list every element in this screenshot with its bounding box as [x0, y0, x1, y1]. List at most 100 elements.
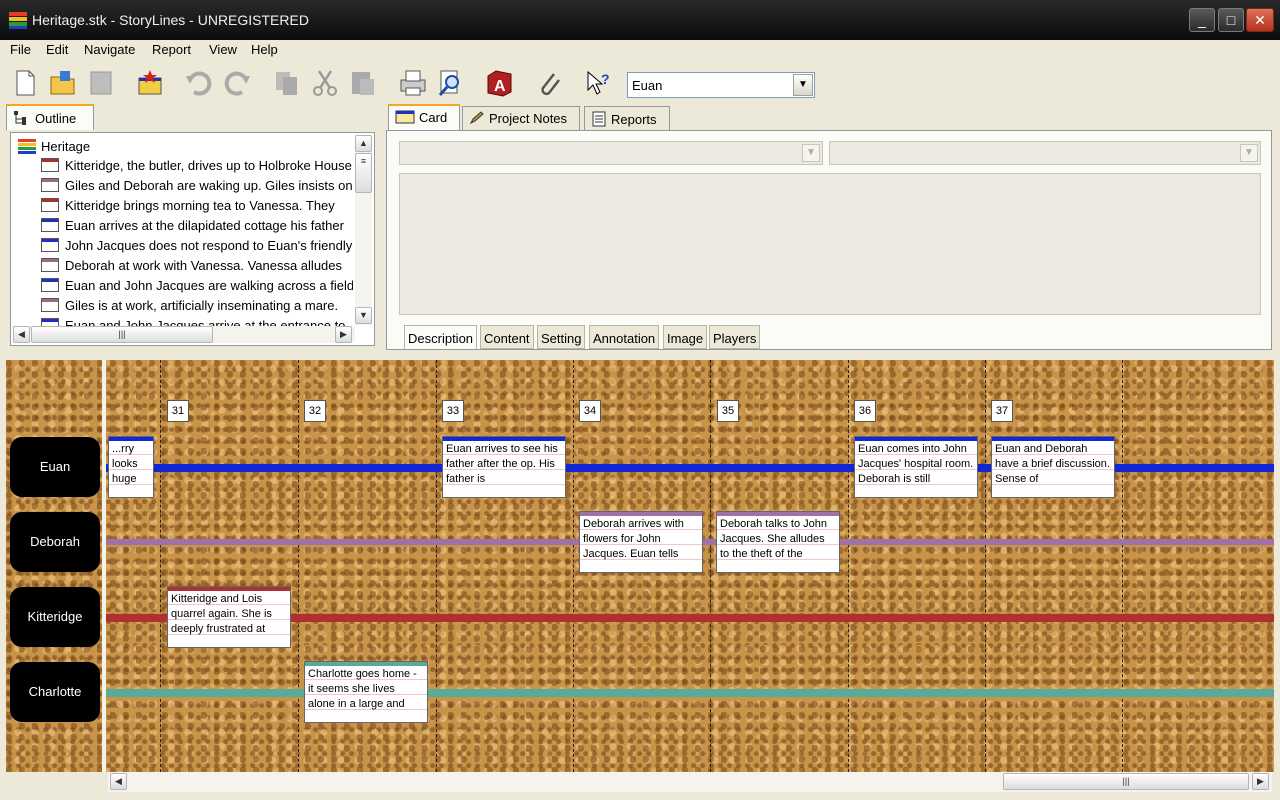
- list-item[interactable]: Euan arrives at the dilapidated cottage …: [41, 218, 353, 238]
- maximize-button[interactable]: □: [1218, 8, 1244, 32]
- scene-card[interactable]: Kitteridge and Lois quarrel again. She i…: [167, 586, 291, 648]
- menu-file[interactable]: File: [10, 42, 31, 57]
- card-icon: [41, 278, 59, 292]
- list-item[interactable]: Giles is at work, artificially inseminat…: [41, 298, 353, 318]
- new-card-icon[interactable]: [135, 68, 165, 98]
- timeline-horizontal-scrollbar[interactable]: ◀ ||| ▶: [108, 772, 1272, 792]
- outline-horizontal-scrollbar[interactable]: ◀ ||| ▶: [13, 326, 355, 343]
- subtab-content[interactable]: Content: [480, 325, 534, 349]
- tree-icon: [14, 111, 26, 125]
- card-icon: [395, 110, 415, 124]
- column-number: 34: [579, 400, 601, 422]
- list-item-text: Kitteridge, the butler, drives up to Hol…: [65, 158, 352, 173]
- scene-card[interactable]: Deborah talks to John Jacques. She allud…: [716, 511, 840, 573]
- scroll-right-icon[interactable]: ▶: [1252, 773, 1269, 790]
- character-kitteridge[interactable]: Kitteridge: [10, 587, 100, 647]
- report-icon: [592, 111, 606, 127]
- scene-card[interactable]: Charlotte goes home - it seems she lives…: [304, 661, 428, 723]
- menu-report[interactable]: Report: [152, 42, 191, 57]
- card-panel: ▼ ▼: [386, 130, 1272, 350]
- menu-edit[interactable]: Edit: [46, 42, 68, 57]
- tab-outline[interactable]: Outline: [6, 104, 94, 130]
- scroll-down-icon[interactable]: ▼: [355, 307, 372, 324]
- scroll-right-icon[interactable]: ▶: [335, 326, 352, 343]
- tab-project-notes[interactable]: Project Notes: [462, 106, 580, 130]
- tab-reports-label: Reports: [611, 112, 657, 127]
- scroll-up-icon[interactable]: ▲: [355, 135, 372, 152]
- storyline-timeline[interactable]: 31 32 33 34 35 36 37 Euan Deborah Kitter…: [6, 360, 1274, 772]
- scroll-thumb[interactable]: |||: [31, 326, 213, 343]
- scroll-thumb[interactable]: |||: [1003, 773, 1249, 790]
- scene-card[interactable]: Deborah arrives with flowers for John Ja…: [579, 511, 703, 573]
- tab-card[interactable]: Card: [388, 104, 460, 130]
- menu-view[interactable]: View: [209, 42, 237, 57]
- card-icon: [41, 258, 59, 272]
- outline-tree[interactable]: Heritage Kitteridge, the butler, drives …: [10, 132, 375, 346]
- list-item[interactable]: Kitteridge, the butler, drives up to Hol…: [41, 158, 353, 178]
- description-text-area[interactable]: [399, 173, 1261, 315]
- subtab-setting[interactable]: Setting: [537, 325, 586, 349]
- column-divider: [160, 360, 161, 772]
- subtab-image[interactable]: Image: [663, 325, 708, 349]
- paste-icon[interactable]: [348, 68, 378, 98]
- print-preview-icon[interactable]: [435, 68, 465, 98]
- undo-icon[interactable]: [184, 68, 214, 98]
- column-number: 31: [167, 400, 189, 422]
- attachment-icon[interactable]: [534, 68, 564, 98]
- card-field-select-1[interactable]: ▼: [399, 141, 823, 165]
- column-number: 36: [854, 400, 876, 422]
- copy-icon[interactable]: [272, 68, 302, 98]
- scroll-thumb[interactable]: ≡: [355, 153, 372, 193]
- scene-card[interactable]: Euan and Deborah have a brief discussion…: [991, 436, 1115, 498]
- list-item-text: John Jacques does not respond to Euan's …: [65, 238, 353, 253]
- minimize-button[interactable]: _: [1189, 8, 1215, 32]
- list-item[interactable]: Deborah at work with Vanessa. Vanessa al…: [41, 258, 353, 278]
- cut-icon[interactable]: [310, 68, 340, 98]
- card-field-select-2[interactable]: ▼: [829, 141, 1261, 165]
- redo-icon[interactable]: [222, 68, 252, 98]
- scroll-left-icon[interactable]: ◀: [13, 326, 30, 343]
- save-icon[interactable]: [86, 68, 116, 98]
- column-divider: [1122, 360, 1123, 772]
- scroll-left-icon[interactable]: ◀: [110, 773, 127, 790]
- outline-vertical-scrollbar[interactable]: ▲ ≡ ▼: [355, 135, 372, 325]
- context-help-icon[interactable]: ?: [584, 68, 614, 98]
- chevron-down-icon[interactable]: ▼: [793, 74, 813, 96]
- list-item-text: Giles and Deborah are waking up. Giles i…: [65, 178, 353, 193]
- scene-card[interactable]: Euan arrives to see his father after the…: [442, 436, 566, 498]
- card-icon: [41, 178, 59, 192]
- tab-project-notes-label: Project Notes: [489, 111, 568, 126]
- list-item-text: Euan and John Jacques are walking across…: [65, 278, 353, 293]
- svg-text:?: ?: [601, 71, 610, 87]
- tree-root[interactable]: Heritage: [17, 138, 90, 154]
- pencil-icon: [469, 111, 484, 125]
- menu-navigate[interactable]: Navigate: [84, 42, 135, 57]
- menu-help[interactable]: Help: [251, 42, 278, 57]
- column-divider: [848, 360, 849, 772]
- character-euan[interactable]: Euan: [10, 437, 100, 497]
- chevron-down-icon[interactable]: ▼: [802, 144, 820, 162]
- character-deborah[interactable]: Deborah: [10, 512, 100, 572]
- tab-reports[interactable]: Reports: [584, 106, 670, 130]
- list-item[interactable]: Giles and Deborah are waking up. Giles i…: [41, 178, 353, 198]
- list-item[interactable]: Euan and John Jacques are walking across…: [41, 278, 353, 298]
- subtab-players[interactable]: Players: [709, 325, 761, 349]
- list-item[interactable]: John Jacques does not respond to Euan's …: [41, 238, 353, 258]
- new-document-icon[interactable]: [10, 68, 40, 98]
- character-charlotte[interactable]: Charlotte: [10, 662, 100, 722]
- list-item-text: Deborah at work with Vanessa. Vanessa al…: [65, 258, 343, 273]
- app-icon: [9, 12, 27, 29]
- close-button[interactable]: ✕: [1246, 8, 1274, 32]
- subtab-annotation[interactable]: Annotation: [589, 325, 660, 349]
- list-item[interactable]: Kitteridge brings morning tea to Vanessa…: [41, 198, 353, 218]
- spelling-icon[interactable]: A: [484, 68, 514, 98]
- scene-card[interactable]: ...rry looks huge: [108, 436, 154, 498]
- character-select[interactable]: Euan ▼: [627, 72, 815, 98]
- character-select-value: Euan: [632, 78, 663, 93]
- print-icon[interactable]: [398, 68, 428, 98]
- column-number: 37: [991, 400, 1013, 422]
- subtab-description[interactable]: Description: [404, 325, 478, 349]
- chevron-down-icon[interactable]: ▼: [1240, 144, 1258, 162]
- open-folder-icon[interactable]: [48, 68, 78, 98]
- scene-card[interactable]: Euan comes into John Jacques' hospital r…: [854, 436, 978, 498]
